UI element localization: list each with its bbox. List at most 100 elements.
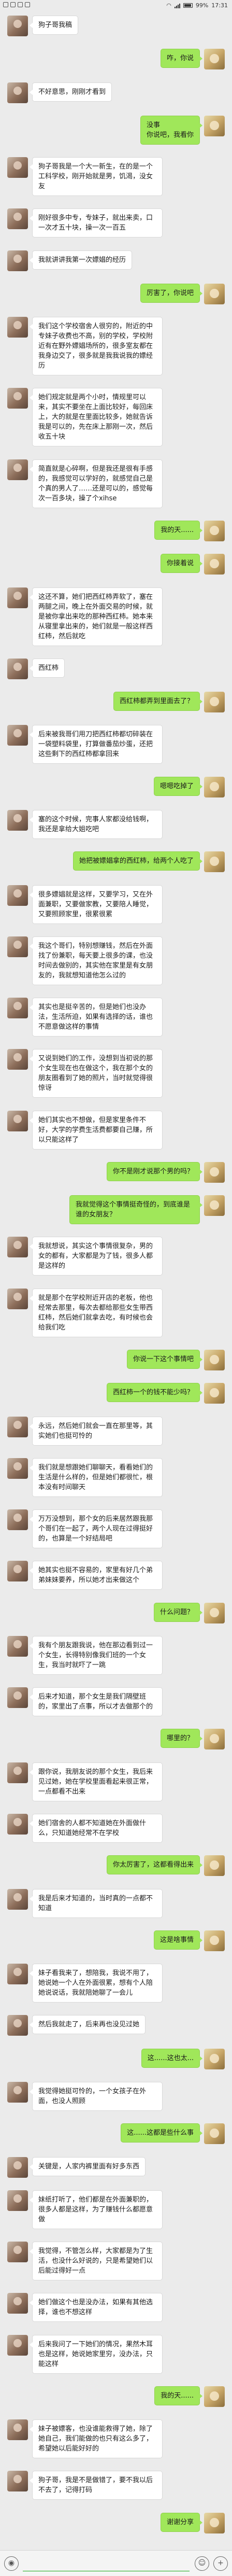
- sender-avatar[interactable]: [7, 885, 28, 906]
- sender-avatar[interactable]: [7, 250, 28, 271]
- sent-message-bubble[interactable]: 这......这都是些什么事: [121, 2123, 202, 2143]
- self-avatar[interactable]: [204, 521, 225, 542]
- received-message-bubble[interactable]: 妹纸打听了，他们都是在外面兼职的，很多人都是这样，为了赚钱什么都愿意做: [30, 2190, 163, 2229]
- received-message-bubble[interactable]: 简直就是心碎啊，但是我还是很有手感的，我感觉可以学好的，就感觉自己是个真的男人了…: [30, 459, 163, 508]
- sent-message-bubble[interactable]: 你太厉害了，这都看得出来: [106, 1855, 203, 1875]
- received-message-bubble[interactable]: 我们这个学校宿舍人很穷的，附近的中专妹子收费也不高，别的学校，学校附近有在野外嫖…: [30, 317, 163, 376]
- sender-avatar[interactable]: [7, 1635, 28, 1657]
- self-avatar[interactable]: [204, 776, 225, 797]
- plus-icon[interactable]: +: [213, 2556, 228, 2571]
- sender-avatar[interactable]: [7, 1049, 28, 1070]
- received-message-bubble[interactable]: 很多嫖娼就是这样，又要学习，又在外面兼职，又要做家教，又要陪人睡觉，又要照顾家里…: [30, 885, 163, 924]
- received-message-bubble[interactable]: 后来我问了一下她们的情况，果然木耳也是这样，她说她家里穷，没办法，只能这样: [30, 2334, 163, 2374]
- self-avatar[interactable]: [204, 1729, 225, 1750]
- sent-message-bubble[interactable]: 咋，你说: [160, 49, 203, 68]
- sent-message-bubble[interactable]: 我的天......: [154, 2386, 202, 2405]
- self-avatar[interactable]: [204, 2512, 225, 2533]
- received-message-bubble[interactable]: 她们做这个也是没办法，如果有其他选择，谁也不想这样: [30, 2293, 163, 2322]
- sender-avatar[interactable]: [7, 725, 28, 746]
- self-avatar[interactable]: [204, 1350, 225, 1370]
- received-message-bubble[interactable]: 妹子被嫖客，也没谁能救得了她，除了她自己，我们能做的也只有这么多了，希望她以后能…: [30, 2419, 163, 2459]
- received-message-bubble[interactable]: 我们就是想跟她们聊聊天，看看她们的生活是什么样的，但是她们都很忙，根本没有时间聊…: [30, 1458, 163, 1497]
- received-message-bubble[interactable]: 狗子哥，我是不是做错了，要不我以后不去了，记得打码: [30, 2471, 163, 2500]
- self-avatar[interactable]: [204, 1383, 225, 1404]
- received-message-bubble[interactable]: 妹子看我来了，想陪我，我说不用了，她说她一个人在外面很累，想有个人陪她说说话，我…: [30, 1964, 163, 2003]
- received-message-bubble[interactable]: 她们其实也不想做，但是家里条件不好，大学的学费生活费都要自己赚，所以只能这样了: [30, 1110, 163, 1150]
- sender-avatar[interactable]: [7, 658, 28, 679]
- received-message-bubble[interactable]: 关键是，人家内裤里面有好多东西: [29, 2157, 146, 2176]
- sent-message-bubble[interactable]: 嗯嗯吃掉了: [153, 776, 203, 796]
- sender-avatar[interactable]: [7, 2081, 28, 2103]
- self-avatar[interactable]: [204, 1195, 225, 1216]
- sender-avatar[interactable]: [7, 2334, 28, 2356]
- sender-avatar[interactable]: [7, 1110, 28, 1131]
- received-message-bubble[interactable]: 不好意思，刚刚才看到: [29, 82, 112, 102]
- sender-avatar[interactable]: [7, 1509, 28, 1531]
- self-avatar[interactable]: [204, 115, 225, 136]
- sent-message-bubble[interactable]: 什么问题？: [153, 1602, 203, 1622]
- sender-avatar[interactable]: [7, 1762, 28, 1783]
- sent-message-bubble[interactable]: 你接着说: [160, 554, 203, 573]
- self-avatar[interactable]: [204, 2123, 225, 2145]
- received-message-bubble[interactable]: 就是那个在学校附近开店的老板，他也经常去那里，每次去都给那些女生带西红柿，然后她…: [30, 1288, 163, 1337]
- received-message-bubble[interactable]: 我就想说，其实这个事情很复杂，男的女的都有，大家都是为了钱，很多人都是这样的: [30, 1237, 163, 1276]
- sender-avatar[interactable]: [7, 809, 28, 831]
- self-avatar[interactable]: [204, 1855, 225, 1877]
- received-message-bubble[interactable]: 然后我就走了，后来再也没见过她: [29, 2015, 146, 2035]
- received-message-bubble[interactable]: 又说到她们的工作，没想到当初说的那个女生现在也在做这个，我在那个女的朋友圈看到了…: [30, 1049, 163, 1098]
- received-message-bubble[interactable]: 万万没想到，那个女的后来居然跟我那个哥们在一起了，两个人现在过得挺好的，也算是一…: [30, 1509, 163, 1549]
- sender-avatar[interactable]: [7, 1814, 28, 1835]
- sender-avatar[interactable]: [7, 1964, 28, 1985]
- sender-avatar[interactable]: [7, 1561, 28, 1582]
- received-message-bubble[interactable]: 永远，然后她们就会一直在那里等，其实她们也挺可怜的: [30, 1416, 163, 1446]
- sender-avatar[interactable]: [7, 1416, 28, 1437]
- received-message-bubble[interactable]: 她们规定就是两个小时，情规里可以来，其实不要坐在上面比较好，每回床上，大的就是在…: [30, 388, 163, 447]
- sent-message-bubble[interactable]: 这......这也太...: [141, 2048, 203, 2068]
- sent-message-bubble[interactable]: 她把被嫖娼拿的西红柿，给两个人吃了: [72, 851, 203, 871]
- sender-avatar[interactable]: [7, 936, 28, 957]
- voice-icon[interactable]: ◉: [4, 2556, 19, 2571]
- received-message-bubble[interactable]: 狗子哥我稿: [29, 16, 79, 35]
- sent-message-bubble[interactable]: 哪里的？: [160, 1729, 203, 1748]
- self-avatar[interactable]: [204, 49, 225, 70]
- received-message-bubble[interactable]: 其实也是挺辛苦的，但是她们也没办法，生活所迫，如果有选择的话，谁也不愿意做这样的…: [30, 998, 163, 1037]
- received-message-bubble[interactable]: 刚好很多中专，专妹子，就出来卖，口一次才五十块，操一次一百五: [30, 208, 163, 238]
- sent-message-bubble[interactable]: 西红柿都弄到里面去了？: [113, 692, 203, 711]
- sender-avatar[interactable]: [7, 2419, 28, 2441]
- self-avatar[interactable]: [204, 692, 225, 713]
- received-message-bubble[interactable]: 她们宿舍的人都不知道她在外面做什么，只知道她经常不在学校: [30, 1814, 163, 1843]
- received-message-bubble[interactable]: 这还不算，她们把西红柿弄软了，塞在两腿之间，晚上在外面交易的时候，就是被你拿出来…: [30, 587, 163, 646]
- sender-avatar[interactable]: [7, 1458, 28, 1479]
- received-message-bubble[interactable]: 她其实也挺不容易的，家里有好几个弟弟妹妹要养，所以她才出来做这个: [30, 1561, 163, 1590]
- received-message-bubble[interactable]: 我觉得，不管怎么样，大家都是为了生活，也没什么好说的，只是希望她们以后能过得好一…: [30, 2242, 163, 2281]
- sender-avatar[interactable]: [7, 208, 28, 230]
- sender-avatar[interactable]: [7, 587, 28, 608]
- self-avatar[interactable]: [204, 2048, 225, 2069]
- sender-avatar[interactable]: [7, 1687, 28, 1709]
- received-message-bubble[interactable]: 塞的这个时候，完事人家都没给钱啊，我还是拿给大姐吃吧: [30, 809, 163, 839]
- sender-avatar[interactable]: [7, 317, 28, 338]
- sender-avatar[interactable]: [7, 82, 28, 103]
- received-message-bubble[interactable]: 我是后来才知道的，当时真的一点都不知道: [30, 1888, 163, 1918]
- self-avatar[interactable]: [204, 554, 225, 575]
- self-avatar[interactable]: [204, 851, 225, 873]
- self-avatar[interactable]: [204, 2386, 225, 2407]
- received-message-bubble[interactable]: 我有个朋友跟我说，他在那边看到过一个女生，长得特别像我们班的一个女生，我当时就吓…: [30, 1635, 163, 1675]
- sent-message-bubble[interactable]: 厉害了，你说吧: [140, 283, 203, 303]
- received-message-bubble[interactable]: 西红柿: [29, 658, 65, 678]
- sent-message-bubble[interactable]: 你不是刚才说那个男的吗？: [106, 1161, 203, 1181]
- sent-message-bubble[interactable]: 我的天......: [154, 521, 202, 540]
- self-avatar[interactable]: [204, 283, 225, 304]
- sender-avatar[interactable]: [7, 998, 28, 1019]
- sender-avatar[interactable]: [7, 16, 28, 36]
- received-message-bubble[interactable]: 我觉得她挺可怜的，一个女孩子在外面，也没人照顾: [30, 2081, 163, 2111]
- received-message-bubble[interactable]: 我就讲讲我第一次嫖娼的经历: [29, 250, 133, 270]
- sent-message-bubble[interactable]: 谢谢分享: [160, 2512, 203, 2532]
- emoji-icon[interactable]: ☺: [195, 2556, 209, 2571]
- sender-avatar[interactable]: [7, 2242, 28, 2263]
- received-message-bubble[interactable]: 我这个哥们，特别想赚钱，然后在外面找了份兼职，每天要上很多的课，也没时间去做别的…: [30, 936, 163, 985]
- sender-avatar[interactable]: [7, 2190, 28, 2211]
- sender-avatar[interactable]: [7, 388, 28, 409]
- message-input[interactable]: [23, 2556, 190, 2571]
- self-avatar[interactable]: [204, 1161, 225, 1183]
